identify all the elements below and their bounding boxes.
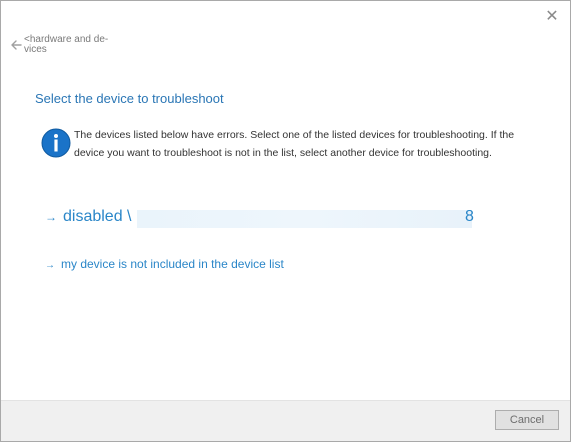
device-not-listed-label[interactable]: my device is not included in the device … (61, 257, 284, 271)
link-arrow-icon: → (45, 210, 57, 224)
footer-bar: Cancel (1, 400, 570, 441)
device-link-disabled[interactable]: → disabled \ (45, 208, 132, 226)
device-link-tail[interactable]: 8 (465, 208, 474, 226)
close-icon[interactable]: ✕ (542, 7, 562, 27)
device-not-listed-link[interactable]: → my device is not included in the device… (45, 257, 284, 271)
troubleshooter-window: ✕ <hardware and de-vices Select the devi… (0, 0, 571, 442)
page-title: Select the device to troubleshoot (35, 91, 224, 106)
info-icon (41, 128, 71, 158)
back-arrow-icon[interactable] (9, 38, 23, 52)
cancel-button[interactable]: Cancel (495, 410, 559, 430)
link-arrow-icon: → (45, 260, 55, 271)
info-message: The devices listed below have errors. Se… (74, 129, 515, 159)
back-label[interactable]: <hardware and de-vices (24, 35, 124, 55)
redacted-device-name (137, 210, 472, 228)
device-link-label[interactable]: disabled \ (63, 208, 132, 225)
back-navigation[interactable]: <hardware and de-vices (9, 35, 124, 55)
